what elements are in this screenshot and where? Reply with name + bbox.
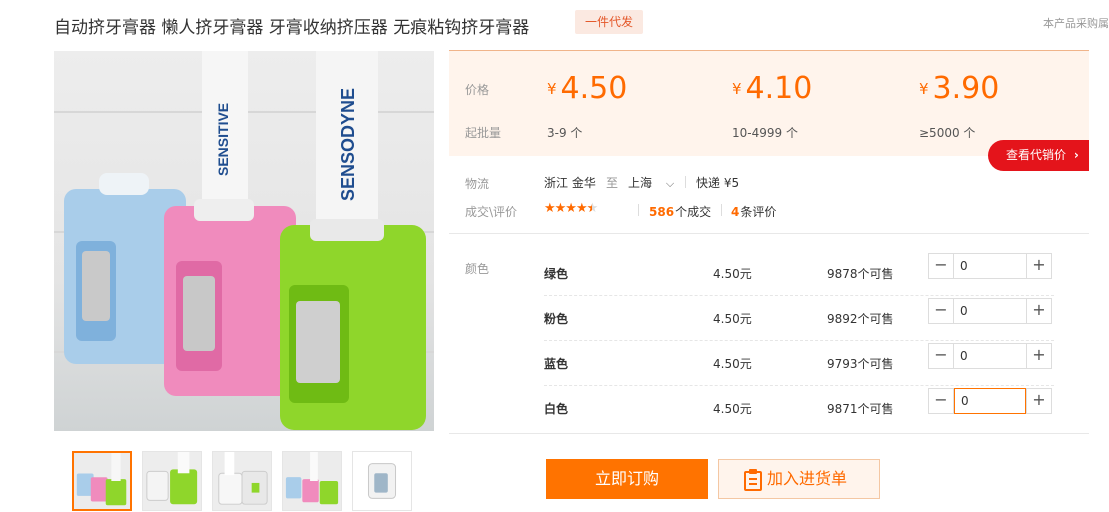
minus-button[interactable]: − <box>928 388 954 414</box>
plus-button[interactable]: + <box>1026 298 1052 324</box>
shipping-fee: 快递 ¥5 <box>696 176 740 190</box>
chevron-down-icon: ⌵ <box>665 177 675 190</box>
sku-stock: 9793个可售 <box>827 357 894 371</box>
sku-price: 4.50元 <box>713 357 752 371</box>
minus-button[interactable]: − <box>928 343 954 369</box>
plus-button[interactable]: + <box>1026 343 1052 369</box>
qty-label: 起批量 <box>465 126 502 140</box>
quantity-input[interactable]: 0 <box>954 253 1026 279</box>
thumbnail-2[interactable] <box>142 451 202 511</box>
quantity-stepper: − 0 + <box>928 388 1052 414</box>
review-count-link[interactable]: 4条评价 <box>731 203 776 220</box>
quantity-input[interactable]: 0 <box>954 343 1026 369</box>
separator <box>638 204 639 216</box>
section-divider <box>449 233 1089 234</box>
reviews-label: 成交\评价 <box>465 205 518 219</box>
sku-stock: 9878个可售 <box>827 267 894 281</box>
sku-price: 4.50元 <box>713 267 752 281</box>
view-agent-price-button[interactable]: 查看代销价 › <box>988 140 1089 171</box>
sku-stock: 9871个可售 <box>827 402 894 416</box>
tier-price-1: ¥4.50 <box>547 71 628 106</box>
ship-to-value: 上海 <box>628 176 653 190</box>
price-box: 价格 起批量 ¥4.50 ¥4.10 ¥3.90 3-9 个 10-4999 个… <box>449 50 1089 156</box>
quantity-stepper: − 0 + <box>928 253 1052 279</box>
tier-qty-3: ≥5000 个 <box>919 126 976 140</box>
tier-qty-1: 3-9 个 <box>547 126 583 140</box>
ship-to-select[interactable]: 上海 ⌵ <box>628 174 674 191</box>
minus-button[interactable]: − <box>928 253 954 279</box>
add-to-cart-button[interactable]: 加入进货单 <box>718 459 880 499</box>
quantity-stepper: − 0 + <box>928 298 1052 324</box>
plus-button[interactable]: + <box>1026 253 1052 279</box>
tier-price-3: ¥3.90 <box>919 71 1000 106</box>
sku-name: 粉色 <box>544 312 569 326</box>
rating-stars: ★★★★★★ <box>544 201 598 216</box>
list-icon <box>744 469 762 491</box>
color-label: 颜色 <box>465 262 490 276</box>
thumbnail-3[interactable] <box>212 451 272 511</box>
plus-button[interactable]: + <box>1026 388 1052 414</box>
sku-name: 白色 <box>544 402 569 416</box>
buy-now-button[interactable]: 立即订购 <box>546 459 708 499</box>
separator <box>685 176 686 188</box>
main-product-image[interactable]: SENSITIVE SENSODYNE <box>54 51 434 431</box>
sku-row: 粉色 4.50元 9892个可售 − 0 + <box>544 296 1054 341</box>
quantity-stepper: − 0 + <box>928 343 1052 369</box>
quantity-input[interactable]: 0 <box>954 388 1026 414</box>
thumbnail-1[interactable] <box>72 451 132 511</box>
tier-price-2: ¥4.10 <box>732 71 813 106</box>
tier-qty-2: 10-4999 个 <box>732 126 798 140</box>
separator <box>721 204 722 216</box>
thumbnail-4[interactable] <box>282 451 342 511</box>
sku-row: 蓝色 4.50元 9793个可售 − 0 + <box>544 341 1054 386</box>
sku-stock: 9892个可售 <box>827 312 894 326</box>
sku-name: 蓝色 <box>544 357 569 371</box>
ship-from: 浙江 金华 <box>544 176 596 190</box>
section-divider <box>449 433 1089 434</box>
sku-price: 4.50元 <box>713 402 752 416</box>
price-label: 价格 <box>465 83 490 97</box>
logistics-label: 物流 <box>465 177 490 191</box>
sku-price: 4.50元 <box>713 312 752 326</box>
sku-row: 白色 4.50元 9871个可售 − 0 + <box>544 386 1054 431</box>
product-title: 自动挤牙膏器 懒人挤牙膏器 牙膏收纳挤压器 无痕粘钩挤牙膏器 <box>54 18 530 38</box>
add-to-cart-label: 加入进货单 <box>767 469 848 488</box>
dropship-tag: 一件代发 <box>575 10 644 34</box>
sku-row: 绿色 4.50元 9878个可售 − 0 + <box>544 251 1054 296</box>
minus-button[interactable]: − <box>928 298 954 324</box>
chevron-right-icon: › <box>1073 148 1079 162</box>
sku-name: 绿色 <box>544 267 569 281</box>
thumbnail-strip <box>72 451 412 511</box>
svg-text:SENSODYNE: SENSODYNE <box>338 88 358 201</box>
deal-count-link[interactable]: 586个成交 <box>649 203 711 220</box>
agent-price-label: 查看代销价 <box>1006 148 1067 162</box>
quantity-input[interactable]: 0 <box>954 298 1026 324</box>
thumbnail-5[interactable] <box>352 451 412 511</box>
ship-to-word: 至 <box>606 176 619 190</box>
purchase-notice: 本产品采购属 <box>1043 17 1109 30</box>
svg-text:SENSITIVE: SENSITIVE <box>215 103 231 176</box>
